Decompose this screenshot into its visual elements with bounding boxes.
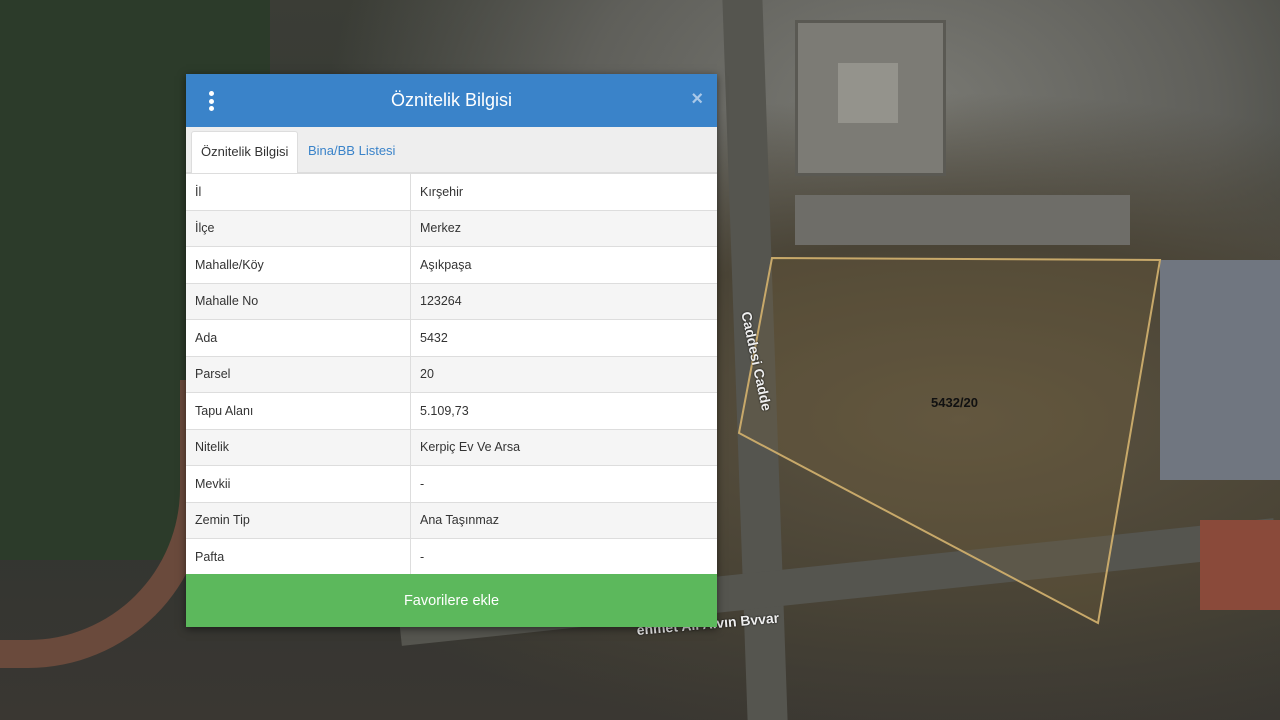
table-row: Pafta - xyxy=(186,538,717,575)
row-value: 5.109,73 xyxy=(410,392,717,429)
tab-bar: Öznitelik Bilgisi Bina/BB Listesi xyxy=(186,127,717,173)
row-key: Ada xyxy=(186,319,411,356)
row-key: Zemin Tip xyxy=(186,501,411,539)
tab-attribute-info[interactable]: Öznitelik Bilgisi xyxy=(191,131,299,173)
row-key: Parsel xyxy=(186,355,411,393)
add-favorite-button[interactable]: Favorilere ekle xyxy=(186,574,717,627)
table-row: Tapu Alanı 5.109,73 xyxy=(186,392,717,429)
row-value: 123264 xyxy=(410,282,717,320)
row-key: Pafta xyxy=(186,538,411,575)
table-row: Mevkii - xyxy=(186,465,717,502)
row-key: Mahalle No xyxy=(186,282,411,320)
row-value: 20 xyxy=(410,355,717,393)
attribute-table: İl Kırşehir İlçe Merkez Mahalle/Köy Aşık… xyxy=(186,173,717,575)
table-row: Zemin Tip Ana Taşınmaz xyxy=(186,501,717,539)
table-row: Ada 5432 xyxy=(186,319,717,356)
attribute-dialog: Öznitelik Bilgisi × Öznitelik Bilgisi Bi… xyxy=(186,74,717,627)
row-key: İl xyxy=(186,173,411,210)
row-key: Mevkii xyxy=(186,465,411,502)
row-key: Mahalle/Köy xyxy=(186,246,411,283)
parcel-label: 5432/20 xyxy=(931,395,978,410)
row-value: Ana Taşınmaz xyxy=(410,501,717,539)
dialog-title: Öznitelik Bilgisi xyxy=(390,90,513,110)
table-row: Mahalle/Köy Aşıkpaşa xyxy=(186,246,717,283)
row-value: Merkez xyxy=(410,209,717,247)
table-row: Nitelik Kerpiç Ev Ve Arsa xyxy=(186,428,717,466)
row-value: - xyxy=(410,465,717,502)
table-row: Parsel 20 xyxy=(186,355,717,393)
row-value: - xyxy=(410,538,717,575)
row-value: Aşıkpaşa xyxy=(410,246,717,283)
table-row: İl Kırşehir xyxy=(186,173,717,210)
row-key: Tapu Alanı xyxy=(186,392,411,429)
row-value: 5432 xyxy=(410,319,717,356)
close-icon[interactable]: × xyxy=(691,89,703,109)
tab-building-list[interactable]: Bina/BB Listesi xyxy=(299,131,404,171)
row-key: İlçe xyxy=(186,209,411,247)
dialog-header: Öznitelik Bilgisi × xyxy=(186,74,717,127)
row-value: Kırşehir xyxy=(410,173,717,210)
row-value: Kerpiç Ev Ve Arsa xyxy=(410,428,717,466)
table-row: Mahalle No 123264 xyxy=(186,282,717,320)
table-row: İlçe Merkez xyxy=(186,209,717,247)
row-key: Nitelik xyxy=(186,428,411,466)
